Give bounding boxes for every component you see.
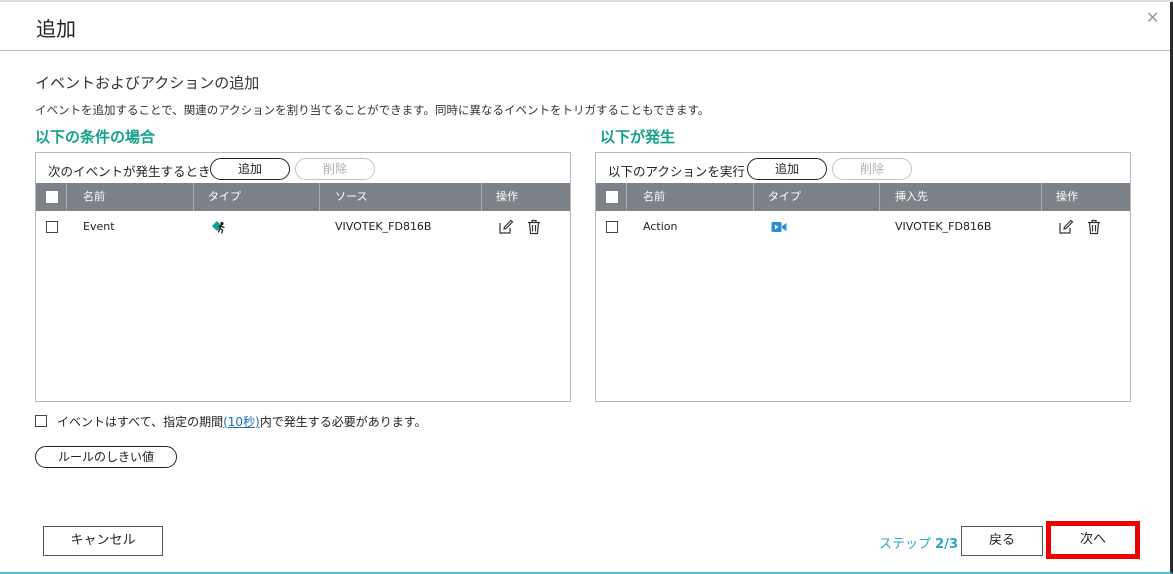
column-divider [626,183,627,211]
next-button[interactable]: 次へ [1046,521,1140,559]
column-header-actions: 操作 [496,190,518,203]
actions-toolbar: 以下のアクションを実行 追加 削除 [596,153,1130,183]
edit-icon[interactable] [1058,219,1074,235]
column-header-source: ソース [335,190,368,203]
column-header-actions: 操作 [1056,190,1078,203]
column-divider [319,183,320,211]
select-all-actions-checkbox[interactable] [606,191,618,203]
actions-toolbar-label: 以下のアクションを実行 [608,164,745,179]
column-divider [753,183,754,211]
step-prefix: ステップ [879,537,932,552]
actions-section-title: 以下が発生 [600,128,676,146]
person-running-icon [212,221,225,234]
top-strip [0,0,1173,2]
time-window-text-before: イベントはすべて、指定の期間 [57,415,224,429]
video-camera-icon [771,222,787,232]
delete-action-button[interactable]: 削除 [832,158,912,180]
events-table-header: 名前 タイプ ソース 操作 [36,183,570,211]
column-divider [193,183,194,211]
column-header-name: 名前 [643,190,665,203]
back-button[interactable]: 戻る [961,526,1043,556]
edit-icon[interactable] [498,219,514,235]
column-header-name: 名前 [83,190,105,203]
add-event-button[interactable]: 追加 [210,158,290,180]
time-window-checkbox[interactable] [35,415,47,427]
column-header-target: 挿入先 [895,190,928,203]
trash-icon[interactable] [526,219,542,235]
events-panel: 次のイベントが発生するとき 追加 削除 名前 タイプ ソース 操作 Event … [35,152,571,402]
row-checkbox[interactable] [606,221,618,233]
time-window-link[interactable]: (10秒) [223,415,260,429]
time-window-text-after: 内で発生する必要があります。 [259,415,427,429]
add-dialog: 追加 ✕ イベントおよびアクションの追加 イベントを追加することで、関連のアクシ… [0,0,1173,574]
column-divider [1041,183,1042,211]
step-indicator: ステップ 2/3 [879,533,958,552]
row-checkbox[interactable] [46,221,58,233]
event-source: VIVOTEK_FD816B [335,220,432,233]
action-target: VIVOTEK_FD816B [895,220,992,233]
column-divider [879,183,880,211]
column-divider [66,183,67,211]
actions-table-header: 名前 タイプ 挿入先 操作 [596,183,1130,211]
delete-event-button[interactable]: 削除 [295,158,375,180]
select-all-events-checkbox[interactable] [46,191,58,203]
events-toolbar-label: 次のイベントが発生するとき [48,164,211,179]
rule-threshold-button[interactable]: ルールのしきい値 [35,446,177,468]
add-action-button[interactable]: 追加 [747,158,827,180]
event-name: Event [83,220,115,233]
table-row[interactable]: Event VIVOTEK_FD816B [36,211,570,243]
conditions-section-title: 以下の条件の場合 [35,128,156,146]
trash-icon[interactable] [1086,219,1102,235]
title-divider [0,50,1170,51]
dialog-subtitle: イベントおよびアクションの追加 [35,74,260,92]
column-header-type: タイプ [208,190,241,203]
table-row[interactable]: Action VIVOTEK_FD816B [596,211,1130,243]
column-divider [481,183,482,211]
step-value: 2/3 [935,537,958,552]
events-toolbar: 次のイベントが発生するとき 追加 削除 [36,153,570,183]
dialog-description: イベントを追加することで、関連のアクションを割り当てることができます。同時に異な… [35,103,710,117]
time-window-text: イベントはすべて、指定の期間(10秒)内で発生する必要があります。 [57,413,427,430]
column-header-type: タイプ [768,190,801,203]
action-name: Action [643,220,678,233]
cancel-button[interactable]: キャンセル [43,526,163,556]
dialog-title: 追加 [36,17,76,41]
actions-panel: 以下のアクションを実行 追加 削除 名前 タイプ 挿入先 操作 Action V… [595,152,1131,402]
close-icon[interactable]: ✕ [1146,8,1159,27]
